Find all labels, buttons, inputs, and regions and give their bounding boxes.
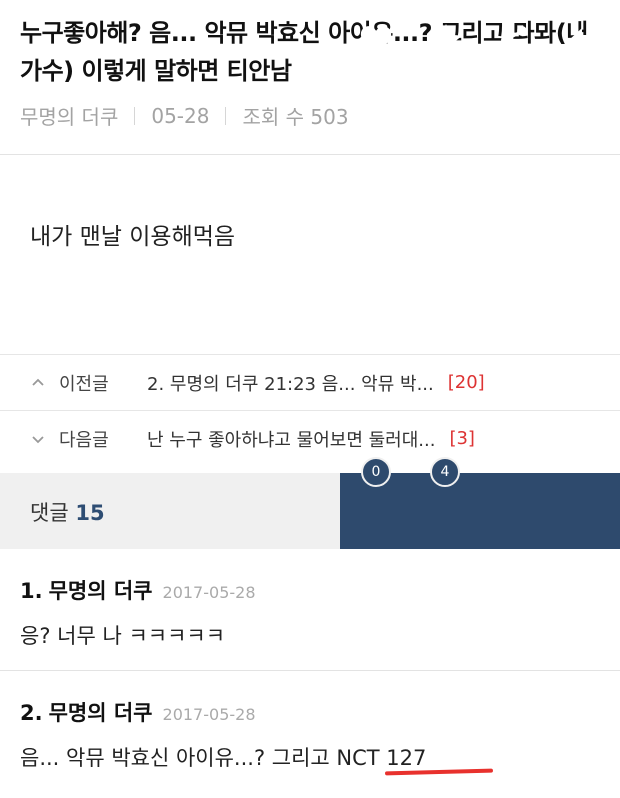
post-body: 내가 맨날 이용해먹음 — [30, 224, 236, 250]
chevron-up-icon — [27, 372, 49, 394]
action-bar: 댓글 15 — [0, 473, 620, 549]
like-button[interactable] — [354, 18, 398, 62]
prev-post-link[interactable]: 이전글 2. 무명의 더쿠 21:23 음... 악뮤 박... [20] — [0, 354, 620, 410]
comment-number: 2. — [20, 701, 43, 725]
post-views: 조회 수 503 — [242, 105, 349, 129]
share-icon — [501, 26, 527, 54]
comment-item: 2. 무명의 더쿠 2017-05-28 음... 악뮤 박효신 아이유...?… — [0, 671, 620, 798]
chevron-down-icon — [27, 428, 49, 450]
next-post-label: 다음글 — [59, 429, 109, 451]
share-button[interactable] — [492, 18, 536, 62]
comment-header: 2. 무명의 더쿠 2017-05-28 — [20, 697, 256, 727]
prev-post-label: 이전글 — [59, 373, 109, 395]
meta-divider — [134, 106, 136, 125]
comment-label: 댓글 — [30, 501, 69, 525]
comment-author[interactable]: 무명의 더쿠 — [49, 697, 153, 727]
post-date: 05-28 — [151, 103, 210, 128]
prev-post-title[interactable]: 2. 무명의 더쿠 21:23 음... 악뮤 박... — [147, 370, 434, 396]
back-button[interactable] — [562, 18, 606, 62]
scrap-count-badge: 4 — [430, 457, 460, 487]
meta-divider — [225, 106, 227, 125]
comment-author[interactable]: 무명의 더쿠 — [49, 575, 153, 605]
comment-item: 1. 무명의 더쿠 2017-05-28 응? 너무 나 ㅋㅋㅋㅋㅋ — [0, 549, 620, 671]
comment-date: 2017-05-28 — [162, 583, 256, 602]
prev-post-comment-count: [20] — [447, 372, 485, 393]
post-meta: 무명의 더쿠 05-28 조회 수 503 — [20, 101, 349, 130]
comment-header: 1. 무명의 더쿠 2017-05-28 — [20, 575, 256, 605]
heart-icon — [360, 26, 392, 53]
comment-count: 15 — [75, 501, 105, 525]
comment-summary[interactable]: 댓글 15 — [30, 497, 105, 527]
star-icon — [430, 24, 462, 55]
scrap-button[interactable] — [424, 18, 468, 62]
back-arrow-icon — [569, 28, 599, 52]
comment-date: 2017-05-28 — [162, 705, 256, 724]
like-count-badge: 0 — [361, 457, 391, 487]
next-post-link[interactable]: 다음글 난 누구 좋아하냐고 물어보면 둘러대... [3] — [0, 410, 620, 466]
next-post-comment-count: [3] — [449, 428, 475, 449]
comment-body: 음... 악뮤 박효신 아이유...? 그리고 NCT 127 — [20, 746, 427, 770]
comment-number: 1. — [20, 579, 43, 603]
next-post-title[interactable]: 난 누구 좋아하냐고 물어보면 둘러대... — [147, 426, 435, 452]
post-author[interactable]: 무명의 더쿠 — [20, 101, 118, 130]
comment-body: 응? 너무 나 ㅋㅋㅋㅋㅋ — [20, 624, 226, 648]
